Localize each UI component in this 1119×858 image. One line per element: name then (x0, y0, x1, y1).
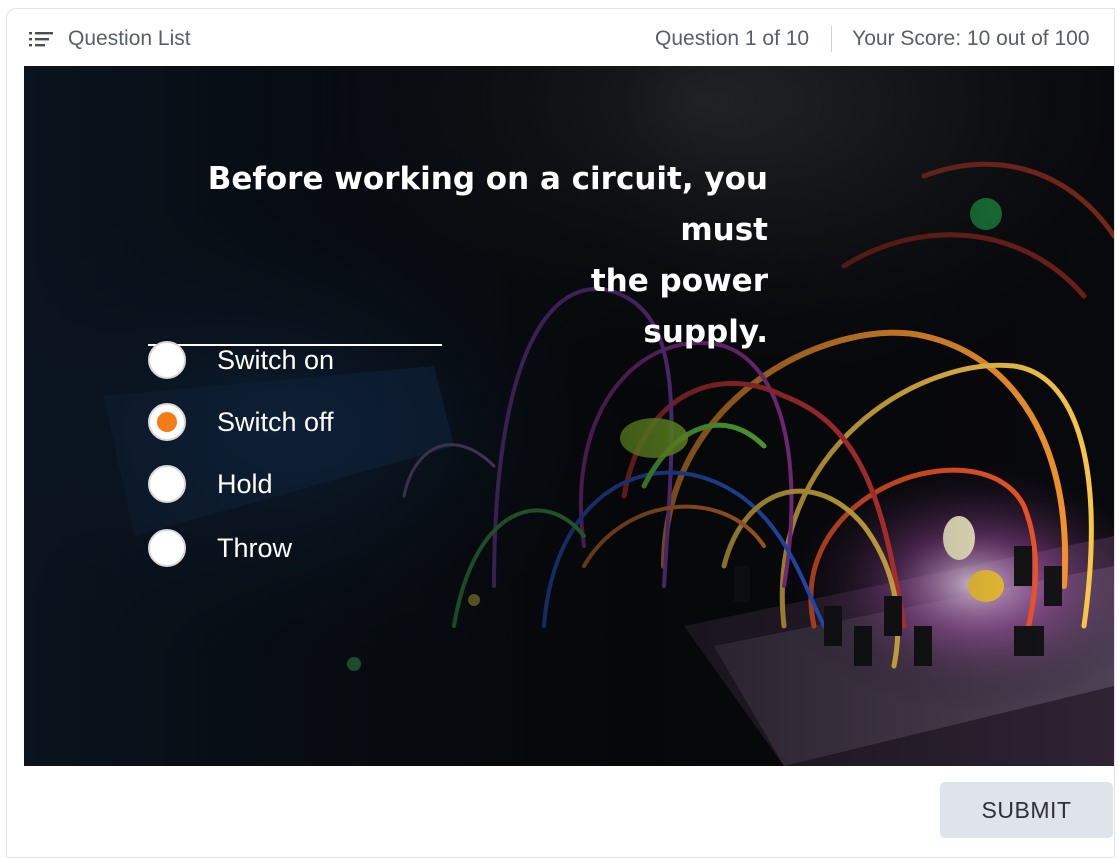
header-divider (831, 26, 833, 52)
radio-button[interactable] (148, 465, 186, 503)
radio-selected-dot (157, 412, 177, 432)
option-label: Throw (217, 532, 293, 563)
option-switch-on[interactable]: Switch on (148, 340, 334, 380)
question-list-label: Question List (68, 27, 191, 50)
option-label: Hold (217, 468, 273, 499)
option-throw[interactable]: Throw (148, 528, 334, 568)
question-card: Before working on a circuit, you must th… (24, 66, 1114, 766)
radio-button[interactable] (148, 529, 186, 567)
option-switch-off[interactable]: Switch off (148, 402, 334, 442)
question-line-1: Before working on a circuit, you must (207, 161, 768, 248)
answer-options: Switch on Switch off Hold Throw (148, 340, 334, 590)
score-display: Your Score: 10 out of 100 (852, 27, 1090, 50)
question-text: Before working on a circuit, you must th… (148, 154, 768, 358)
question-counter: Question 1 of 10 (655, 27, 810, 50)
submit-button[interactable]: SUBMIT (940, 782, 1113, 838)
question-list-button[interactable]: Question List (28, 24, 191, 54)
quiz-header: Question List Question 1 of 10 Your Scor… (0, 0, 1119, 66)
list-icon (29, 32, 53, 47)
option-label: Switch off (217, 406, 334, 437)
radio-button[interactable] (148, 341, 186, 379)
question-line-2: the power supply. (590, 263, 768, 350)
option-label: Switch on (217, 344, 335, 375)
quiz-progress: Question 1 of 10 Your Score: 10 out of 1… (655, 24, 1090, 54)
radio-button-selected[interactable] (148, 403, 186, 441)
option-hold[interactable]: Hold (148, 464, 334, 504)
